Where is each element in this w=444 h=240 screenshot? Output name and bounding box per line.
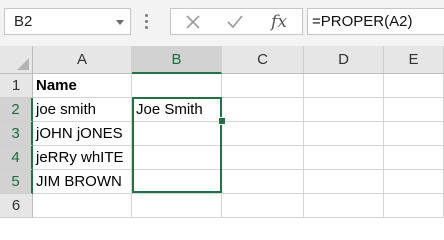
- cell-b5[interactable]: [132, 170, 222, 194]
- cell-c1[interactable]: [222, 74, 304, 98]
- row-header-6[interactable]: 6: [0, 194, 33, 218]
- cell-b4[interactable]: [132, 146, 222, 170]
- worksheet-grid: A B C D E 1 2 3 4 5 6 Name joe smith Joe…: [0, 46, 444, 220]
- cell-e3[interactable]: [384, 122, 444, 146]
- cell-d6[interactable]: [304, 194, 384, 218]
- formula-toolbar: B2 fx =PROPER(A2): [0, 0, 444, 46]
- cell-e1[interactable]: [384, 74, 444, 98]
- more-options-icon[interactable]: [145, 14, 148, 30]
- cell-a3[interactable]: jOHN jONES: [33, 122, 132, 146]
- cell-c4[interactable]: [222, 146, 304, 170]
- select-all-icon: [17, 58, 29, 70]
- insert-function-icon[interactable]: fx: [259, 9, 299, 34]
- row-header-4[interactable]: 4: [0, 146, 33, 170]
- row-header-3[interactable]: 3: [0, 122, 33, 146]
- cell-b3[interactable]: [132, 122, 222, 146]
- chevron-down-icon[interactable]: [116, 20, 124, 25]
- fx-label: fx: [271, 11, 287, 32]
- name-box[interactable]: B2: [4, 8, 131, 35]
- column-header-c[interactable]: C: [222, 46, 304, 74]
- cell-a1[interactable]: Name: [33, 74, 132, 98]
- cell-b1[interactable]: [132, 74, 222, 98]
- column-header-b[interactable]: B: [132, 46, 222, 74]
- cell-c2[interactable]: [222, 98, 304, 122]
- row-header-5[interactable]: 5: [0, 170, 33, 194]
- cell-c5[interactable]: [222, 170, 304, 194]
- select-all-button[interactable]: [0, 46, 33, 74]
- cell-a4[interactable]: jeRRy whITE: [33, 146, 132, 170]
- column-header-d[interactable]: D: [304, 46, 384, 74]
- cell-c6[interactable]: [222, 194, 304, 218]
- cell-d5[interactable]: [304, 170, 384, 194]
- cell-e5[interactable]: [384, 170, 444, 194]
- formula-text: =PROPER(A2): [312, 13, 413, 30]
- column-header-a[interactable]: A: [33, 46, 132, 74]
- row-header-2[interactable]: 2: [0, 98, 33, 122]
- cell-b2[interactable]: Joe Smith: [132, 98, 222, 122]
- cell-a2[interactable]: joe smith: [33, 98, 132, 122]
- cell-d2[interactable]: [304, 98, 384, 122]
- cell-d1[interactable]: [304, 74, 384, 98]
- column-header-e[interactable]: E: [384, 46, 444, 74]
- cell-c3[interactable]: [222, 122, 304, 146]
- cell-e2[interactable]: [384, 98, 444, 122]
- name-box-value: B2: [14, 13, 33, 30]
- check-icon[interactable]: [215, 9, 255, 34]
- cell-e6[interactable]: [384, 194, 444, 218]
- formula-buttons: fx: [170, 8, 303, 35]
- cell-d3[interactable]: [304, 122, 384, 146]
- fill-handle[interactable]: [218, 117, 226, 125]
- cell-b6[interactable]: [132, 194, 222, 218]
- cell-a5[interactable]: JIM BROWN: [33, 170, 132, 194]
- cell-e4[interactable]: [384, 146, 444, 170]
- cell-d4[interactable]: [304, 146, 384, 170]
- cell-a6[interactable]: [33, 194, 132, 218]
- formula-input[interactable]: =PROPER(A2): [307, 8, 444, 35]
- row-header-1[interactable]: 1: [0, 74, 33, 98]
- x-icon[interactable]: [173, 9, 213, 34]
